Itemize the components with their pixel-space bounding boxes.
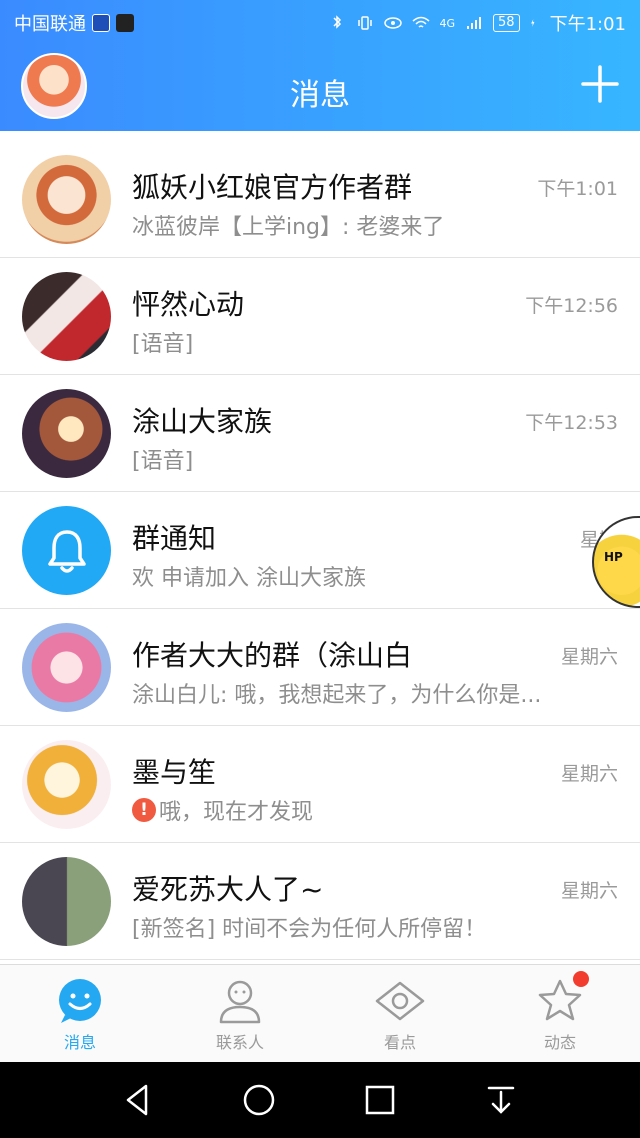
conversation-row[interactable]: 怦然心动 下午12:56 [语音] bbox=[0, 258, 640, 375]
notification-pull-icon[interactable] bbox=[483, 1082, 519, 1118]
plus-icon[interactable] bbox=[580, 64, 620, 104]
wifi-icon bbox=[412, 16, 429, 28]
conversation-avatar bbox=[22, 857, 111, 946]
conversation-time: 星期六 bbox=[560, 763, 618, 785]
status-right: 4G 58 下午1:01 bbox=[328, 10, 626, 36]
charging-icon bbox=[530, 19, 535, 27]
conversation-avatar bbox=[22, 389, 111, 478]
tab-label: 消息 bbox=[63, 1033, 96, 1052]
conversation-row[interactable]: 涂山大家族 下午12:53 [语音] bbox=[0, 375, 640, 492]
conversation-row[interactable]: 作者大大的群（涂山白 星期六 涂山白儿: 哦，我想起来了，为什么你是... bbox=[0, 609, 640, 726]
conversation-name: 墨与笙 bbox=[132, 756, 217, 789]
app-header: 中国联通 4G 58 下午1:01 消息 bbox=[0, 0, 640, 131]
tab-label: 联系人 bbox=[215, 1033, 264, 1052]
conversation-name: 狐妖小红娘官方作者群 bbox=[132, 171, 413, 204]
title-bar: 消息 bbox=[0, 44, 640, 131]
conversation-time: 下午1:01 bbox=[537, 178, 618, 200]
carrier-label: 中国联通 bbox=[14, 14, 86, 35]
conversation-time: 下午12:56 bbox=[525, 295, 618, 317]
eye-icon bbox=[375, 981, 425, 1021]
conversation-preview: 欢 申请加入 涂山大家族 bbox=[132, 566, 366, 591]
status-bar: 中国联通 4G 58 下午1:01 bbox=[0, 0, 640, 44]
vibrate-icon bbox=[357, 16, 372, 30]
conversation-time: 下午12:53 bbox=[525, 412, 618, 434]
conversation-name: 作者大大的群（涂山白 bbox=[132, 639, 413, 672]
conversation-preview: 涂山白儿: 哦，我想起来了，为什么你是... bbox=[132, 683, 542, 708]
conversation-preview: [语音] bbox=[132, 449, 194, 474]
conversation-time: 星期六 bbox=[560, 646, 618, 668]
conversation-name: 群通知 bbox=[132, 522, 217, 555]
conversation-name: 涂山大家族 bbox=[132, 405, 273, 438]
conversation-preview: ! 哦，现在才发现 bbox=[132, 794, 313, 826]
bluetooth-icon bbox=[332, 15, 341, 29]
tab-label: 动态 bbox=[543, 1033, 576, 1052]
tab-discover[interactable]: 看点 bbox=[320, 965, 480, 1062]
pulse-icon bbox=[116, 14, 134, 32]
conversation-preview: [语音] bbox=[132, 332, 194, 357]
back-icon[interactable] bbox=[120, 1082, 156, 1118]
tab-contacts[interactable]: 联系人 bbox=[160, 965, 320, 1062]
network-type: 4G bbox=[439, 16, 456, 30]
tab-messages[interactable]: 消息 bbox=[0, 965, 160, 1062]
system-nav-bar bbox=[0, 1062, 640, 1138]
conversation-avatar bbox=[22, 740, 111, 829]
signal-icon bbox=[467, 17, 482, 29]
battery-indicator: 58 bbox=[493, 14, 520, 32]
conversation-list: 狐妖小红娘官方作者群 下午1:01 冰蓝彼岸【上学ing】: 老婆来了 怦然心动… bbox=[0, 141, 640, 960]
conversation-row[interactable]: 爱死苏大人了~ 星期六 [新签名] 时间不会为任何人所停留！ bbox=[0, 843, 640, 960]
shield-icon bbox=[92, 14, 110, 32]
conversation-row[interactable]: 狐妖小红娘官方作者群 下午1:01 冰蓝彼岸【上学ing】: 老婆来了 bbox=[0, 141, 640, 258]
star-icon-wrap bbox=[535, 971, 589, 1025]
conversation-avatar bbox=[22, 155, 111, 244]
notification-badge bbox=[573, 971, 589, 987]
conversation-row[interactable]: 墨与笙 星期六 ! 哦，现在才发现 bbox=[0, 726, 640, 843]
page-title: 消息 bbox=[290, 78, 350, 113]
conversation-time: 星期六 bbox=[560, 880, 618, 902]
conversation-preview-text: 哦，现在才发现 bbox=[159, 800, 314, 825]
eye-care-icon bbox=[383, 17, 402, 29]
conversation-name: 怦然心动 bbox=[132, 288, 245, 321]
conversation-name: 爱死苏大人了~ bbox=[132, 873, 324, 906]
tab-label: 看点 bbox=[383, 1033, 416, 1052]
bottom-tab-bar: 消息 联系人 看点 动态 bbox=[0, 964, 640, 1062]
home-icon[interactable] bbox=[241, 1082, 277, 1118]
conversation-avatar bbox=[22, 272, 111, 361]
conversation-preview: [新签名] 时间不会为任何人所停留！ bbox=[132, 917, 487, 942]
tab-moments[interactable]: 动态 bbox=[480, 965, 640, 1062]
pikachu-hp-text: HP bbox=[604, 550, 623, 564]
bell-icon bbox=[22, 506, 111, 595]
smile-bubble-icon bbox=[59, 979, 101, 1023]
status-time: 下午1:01 bbox=[549, 14, 626, 35]
conversation-row[interactable]: 群通知 星期 欢 申请加入 涂山大家族 bbox=[0, 492, 640, 609]
status-left: 中国联通 bbox=[14, 10, 134, 36]
alert-icon: ! bbox=[132, 798, 156, 822]
conversation-avatar bbox=[22, 623, 111, 712]
conversation-preview: 冰蓝彼岸【上学ing】: 老婆来了 bbox=[132, 215, 445, 240]
recents-icon[interactable] bbox=[362, 1082, 398, 1118]
person-icon bbox=[219, 980, 261, 1024]
